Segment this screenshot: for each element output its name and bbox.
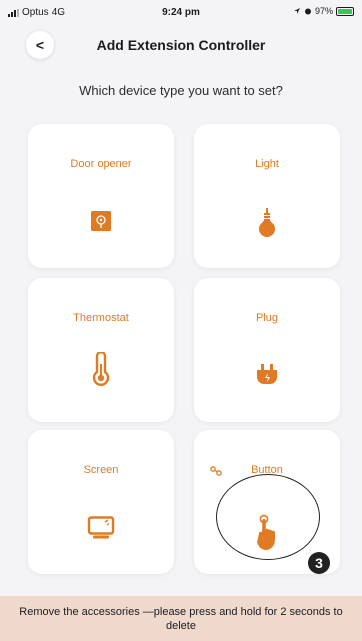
plug-icon: [257, 364, 277, 384]
battery-percent: 97%: [314, 6, 333, 16]
device-card-door-opener[interactable]: Door opener: [28, 124, 174, 268]
device-card-screen[interactable]: Screen: [28, 430, 174, 574]
device-card-label: Screen: [83, 464, 119, 476]
door-opener-icon: [91, 211, 111, 231]
device-card-thermostat[interactable]: Thermostat: [28, 278, 174, 422]
light-bulb-icon: [259, 208, 275, 237]
battery-icon: [336, 6, 354, 16]
status-right: 97%: [293, 6, 354, 16]
thermometer-icon: [92, 352, 110, 386]
status-bar: Optus 4G 9:24 pm 97%: [0, 0, 362, 22]
device-card-label: Door opener: [70, 158, 132, 170]
device-card-plug[interactable]: Plug: [194, 278, 340, 422]
alarm-icon: [304, 8, 311, 15]
hand-pointer-icon: [257, 514, 275, 550]
device-card-label: Plug: [255, 312, 279, 324]
page-title: Add Extension Controller: [96, 37, 266, 53]
screen-icon: [87, 516, 115, 539]
device-card-label: Light: [255, 158, 279, 170]
navigation-bar: < Add Extension Controller: [0, 28, 362, 64]
device-type-question: Which device type you want to set?: [79, 83, 283, 98]
device-card-label: Thermostat: [73, 312, 129, 324]
step-number-badge: 3: [308, 552, 330, 574]
device-card-light[interactable]: Light: [194, 124, 340, 268]
device-card-label: Button: [251, 464, 283, 476]
location-arrow-icon: [293, 8, 300, 14]
delete-hint-banner: Remove the accessories —please press and…: [0, 596, 362, 641]
